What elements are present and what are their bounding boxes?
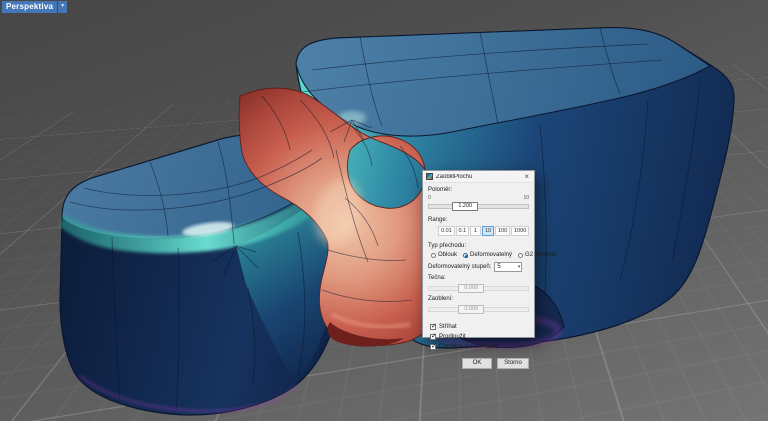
viewport-title-button[interactable]: Perspektiva bbox=[2, 1, 57, 13]
blend-type-radio-group: Oblouk Deformovatelný G2 přechod bbox=[431, 252, 529, 258]
radio-circle-icon bbox=[518, 253, 523, 258]
range-button-group: 0.01 0.1 1 10 100 1000 bbox=[438, 226, 529, 236]
radius-value-input[interactable]: 1.200 bbox=[452, 202, 478, 211]
dialog-title-bar[interactable]: ZaoblitPlochu × bbox=[423, 171, 534, 183]
radio-deformable[interactable]: Deformovatelný bbox=[463, 252, 512, 258]
radio-circle-icon bbox=[431, 253, 436, 258]
radio-selected-icon bbox=[463, 253, 468, 258]
cancel-button[interactable]: Storno bbox=[497, 358, 529, 369]
radius-max-label: 10 bbox=[523, 196, 529, 201]
viewport-dropdown-button[interactable]: ▼ bbox=[58, 1, 67, 13]
range-button-1[interactable]: 1 bbox=[470, 226, 481, 236]
close-icon[interactable]: × bbox=[522, 173, 531, 181]
range-label: Range: bbox=[428, 217, 529, 224]
dialog-title: ZaoblitPlochu bbox=[436, 174, 522, 180]
range-button-10[interactable]: 10 bbox=[482, 226, 494, 236]
radio-arc[interactable]: Oblouk bbox=[431, 252, 457, 258]
range-button-100[interactable]: 100 bbox=[495, 226, 510, 236]
rhino-viewport[interactable]: Perspektiva ▼ ZaoblitPlochu × Poloměr: 0… bbox=[0, 0, 768, 421]
radio-arc-label: Oblouk bbox=[438, 252, 457, 258]
range-button-1000[interactable]: 1000 bbox=[511, 226, 529, 236]
fillet-dialog: ZaoblitPlochu × Poloměr: 0 10 1.200 Rang… bbox=[422, 170, 535, 338]
tangent-value-input: 0.000 bbox=[458, 284, 484, 293]
radio-g2-label: G2 přechod bbox=[525, 252, 556, 258]
fillet-value-input: 0.000 bbox=[458, 305, 484, 314]
radio-deformable-label: Deformovatelný bbox=[470, 252, 512, 258]
degree-label: Deformovatelný stupeň: bbox=[428, 264, 491, 271]
checkbox-trim[interactable]: ✓ Stříhat bbox=[430, 323, 529, 331]
scene-3d[interactable] bbox=[0, 0, 768, 421]
checkbox-trim-label: Stříhat bbox=[439, 324, 457, 330]
checkbox-combine-label: Combine across faces bbox=[439, 344, 498, 350]
checkbox-checked-icon: ✓ bbox=[430, 324, 436, 330]
chevron-down-icon: ▼ bbox=[60, 3, 65, 9]
checkbox-combine-across-faces[interactable]: ✓ Combine across faces bbox=[430, 343, 529, 351]
checkbox-extend-label: Prodloužit bbox=[439, 334, 466, 340]
degree-dropdown[interactable]: 5 ▾ bbox=[494, 262, 522, 272]
range-button-0.01[interactable]: 0.01 bbox=[438, 226, 455, 236]
degree-value: 5 bbox=[495, 264, 517, 270]
tangent-label: Tečna: bbox=[428, 275, 529, 282]
tangent-slider: 0.000 bbox=[428, 284, 529, 293]
checkbox-checked-icon: ✓ bbox=[430, 344, 436, 350]
chevron-down-icon: ▾ bbox=[518, 264, 522, 270]
fillet-label: Zaoblení: bbox=[428, 296, 529, 303]
blend-type-label: Typ přechodu: bbox=[428, 243, 529, 250]
fillet-slider: 0.000 bbox=[428, 305, 529, 314]
range-button-0.1[interactable]: 0.1 bbox=[456, 226, 470, 236]
radius-label: Poloměr: bbox=[428, 187, 529, 194]
fillet-command-icon bbox=[426, 173, 433, 180]
checkbox-checked-icon: ✓ bbox=[430, 334, 436, 340]
radius-slider[interactable]: 1.200 bbox=[428, 202, 529, 211]
radius-slider-track[interactable] bbox=[428, 204, 529, 209]
radio-g2-blend[interactable]: G2 přechod bbox=[518, 252, 556, 258]
radius-min-label: 0 bbox=[428, 196, 431, 201]
ok-button[interactable]: OK bbox=[462, 358, 492, 369]
checkbox-extend[interactable]: ✓ Prodloužit bbox=[430, 333, 529, 341]
